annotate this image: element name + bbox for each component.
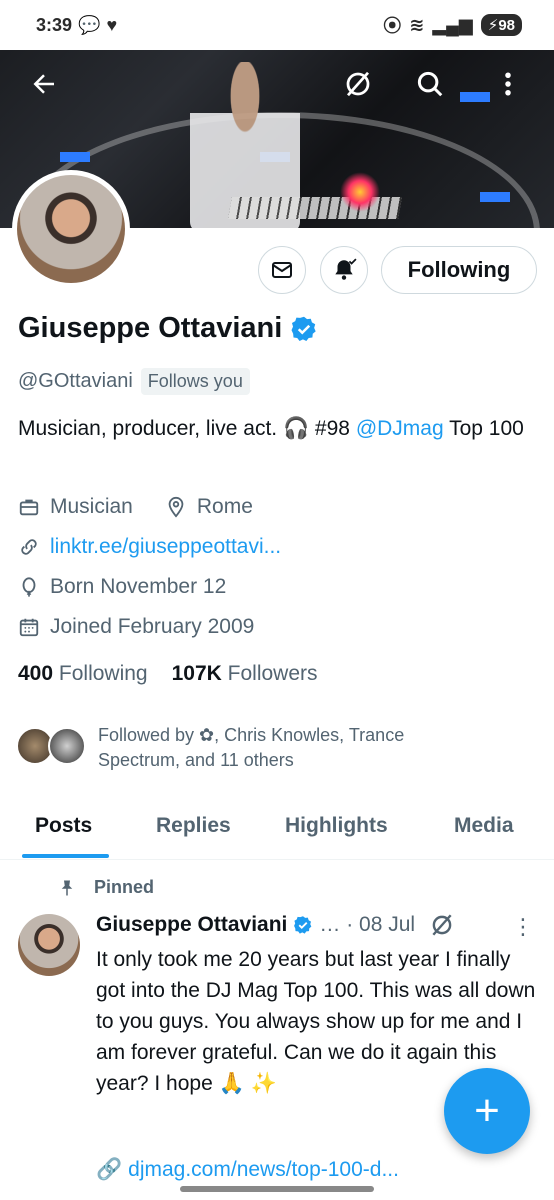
link-icon bbox=[21, 539, 37, 555]
bell-check-icon bbox=[335, 258, 357, 280]
followers-label: Followers bbox=[227, 662, 318, 685]
verified-badge-icon bbox=[294, 916, 312, 934]
post-more-options-icon[interactable]: ⋮ bbox=[512, 914, 534, 940]
following-count: 400 bbox=[18, 662, 54, 685]
follow-counts: 400 Following 107K Followers bbox=[18, 662, 318, 686]
verified-badge-icon bbox=[291, 316, 316, 341]
active-tab-indicator bbox=[22, 854, 109, 858]
following-button[interactable]: Following bbox=[381, 246, 537, 294]
followed-by-row[interactable]: Followed by ✿, Chris Knowles, Trance Spe… bbox=[16, 723, 458, 773]
post-meta: … · 08 Jul bbox=[319, 913, 416, 936]
profile-website-row: linktr.ee/giuseppeottavi... bbox=[18, 535, 281, 559]
arrow-left-icon bbox=[33, 74, 54, 94]
envelope-icon bbox=[272, 262, 292, 278]
bio-tail: Top 100 bbox=[443, 417, 524, 440]
notifications-button[interactable] bbox=[320, 246, 368, 294]
profile-name: Giuseppe Ottaviani bbox=[18, 312, 318, 345]
post-header: Giuseppe Ottaviani … · 08 Jul bbox=[96, 912, 536, 938]
link-icon: 🔗 bbox=[96, 1158, 123, 1181]
battery-indicator: ⚡98 bbox=[480, 14, 522, 36]
profile-joined: Joined February 2009 bbox=[50, 615, 255, 638]
profile-born: Born November 12 bbox=[50, 575, 227, 598]
calendar-icon bbox=[19, 618, 39, 637]
profile-avatar[interactable] bbox=[12, 170, 130, 288]
profile-name-text: Giuseppe Ottaviani bbox=[18, 312, 283, 344]
followed-by-avatars bbox=[16, 727, 88, 767]
grok-icon[interactable] bbox=[429, 912, 455, 938]
profile-meta-category-location: Musician Rome bbox=[18, 495, 253, 519]
search-button[interactable] bbox=[406, 60, 454, 108]
more-options-button[interactable] bbox=[484, 60, 532, 108]
profile-category: Musician bbox=[50, 495, 133, 518]
briefcase-icon bbox=[19, 499, 39, 516]
status-bar: 3:39 💬 ♥ ⦿ ≋ ▂▄▆ ⚡98 bbox=[0, 0, 554, 50]
bio-mention-link[interactable]: @DJmag bbox=[356, 417, 444, 440]
tab-replies[interactable]: Replies bbox=[156, 814, 231, 838]
profile-bio: Musician, producer, live act. 🎧 #98 @DJm… bbox=[18, 413, 538, 444]
followed-by-text: Followed by ✿, Chris Knowles, Trance Spe… bbox=[98, 725, 405, 770]
profile-birthday-row: Born November 12 bbox=[18, 575, 226, 599]
post-author-name[interactable]: Giuseppe Ottaviani bbox=[96, 913, 287, 937]
tab-media[interactable]: Media bbox=[454, 814, 514, 838]
profile-website-link[interactable]: linktr.ee/giuseppeottavi... bbox=[50, 535, 281, 559]
grok-button[interactable] bbox=[334, 60, 382, 108]
post-author-avatar[interactable] bbox=[18, 914, 80, 976]
pin-icon bbox=[61, 880, 73, 895]
location-icon: ⦿ bbox=[383, 16, 402, 36]
search-icon bbox=[417, 71, 443, 97]
status-time: 3:39 bbox=[36, 14, 73, 35]
back-button[interactable] bbox=[20, 60, 68, 108]
profile-tabs: Posts Replies Highlights Media bbox=[0, 800, 554, 860]
message-button[interactable] bbox=[258, 246, 306, 294]
bio-text: Musician, producer, live act. 🎧 #98 bbox=[18, 417, 356, 440]
pinned-label-row: Pinned bbox=[58, 877, 154, 898]
more-vertical-icon bbox=[505, 72, 511, 96]
tab-highlights[interactable]: Highlights bbox=[285, 814, 388, 838]
following-count-link[interactable]: 400 Following bbox=[18, 662, 148, 686]
profile-location: Rome bbox=[196, 495, 253, 518]
handle-row: @GOttaviani Follows you bbox=[18, 368, 250, 395]
heart-notification-icon: ♥ bbox=[106, 14, 118, 35]
post-link[interactable]: 🔗 djmag.com/news/top-100-d... bbox=[96, 1158, 399, 1182]
profile-joined-row: Joined February 2009 bbox=[18, 615, 254, 639]
following-label: Following bbox=[58, 662, 148, 685]
chat-notification-icon: 💬 bbox=[78, 14, 101, 35]
location-pin-icon bbox=[168, 496, 184, 518]
post-link-text: djmag.com/news/top-100-d... bbox=[128, 1158, 399, 1181]
balloon-icon bbox=[22, 577, 36, 597]
compose-post-button[interactable]: + bbox=[444, 1068, 530, 1154]
home-indicator[interactable] bbox=[180, 1186, 374, 1192]
follows-you-badge: Follows you bbox=[140, 368, 250, 395]
signal-icon: ▂▄▆ bbox=[432, 14, 473, 35]
followers-count-link[interactable]: 107K Followers bbox=[172, 662, 318, 686]
pinned-label: Pinned bbox=[94, 877, 155, 897]
profile-handle: @GOttaviani bbox=[18, 370, 133, 392]
followers-count: 107K bbox=[171, 662, 222, 685]
grok-icon bbox=[346, 71, 370, 97]
tab-posts[interactable]: Posts bbox=[35, 814, 92, 838]
wifi-icon: ≋ bbox=[409, 14, 425, 35]
plus-icon: + bbox=[474, 1086, 500, 1135]
